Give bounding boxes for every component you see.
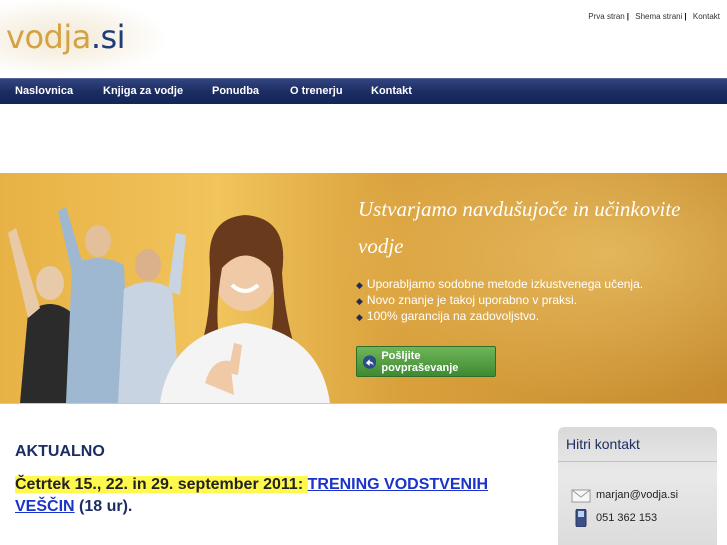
send-inquiry-button[interactable]: Pošljite povpraševanje	[356, 346, 496, 377]
top-links: Prva stran | Shema strani | Kontakt	[588, 12, 720, 21]
contact-phone-row[interactable]: 051 362 153	[571, 509, 657, 527]
nav-item-naslovnica[interactable]: Naslovnica	[15, 85, 73, 97]
diamond-icon: ◆	[356, 280, 363, 290]
divider	[0, 403, 727, 404]
divider	[558, 461, 717, 462]
bullet-item: ◆ Novo znanje je takoj uporabno v praksi.	[356, 293, 643, 309]
quick-contact-box: Hitri kontakt marjan@vodja.si 051 362 15…	[558, 427, 717, 545]
top-link-home[interactable]: Prva stran	[588, 12, 624, 21]
news-heading: AKTUALNO	[15, 443, 105, 460]
nav-item-knjiga[interactable]: Knjiga za vodje	[103, 85, 183, 97]
banner-title: Ustvarjamo navdušujoče in učinkovite vod…	[358, 197, 681, 258]
separator: |	[626, 12, 629, 21]
mobile-phone-icon	[575, 509, 587, 527]
diamond-icon: ◆	[356, 312, 363, 322]
hero-people-image	[8, 207, 330, 403]
contact-email-row[interactable]: marjan@vodja.si	[571, 486, 678, 504]
site-logo[interactable]: vodja.si	[6, 18, 126, 56]
logo-part-2: .si	[90, 18, 126, 56]
bullet-text: Uporabljamo sodobne metode izkustvenega …	[366, 277, 644, 291]
logo-part-1: vodja	[6, 18, 91, 56]
nav-item-kontakt[interactable]: Kontakt	[371, 85, 412, 97]
news-item: Četrtek 15., 22. in 29. september 2011: …	[15, 474, 505, 518]
contact-phone: 051 362 153	[596, 512, 658, 524]
quick-contact-title: Hitri kontakt	[566, 436, 640, 452]
envelope-icon	[571, 489, 591, 503]
bullet-item: ◆ 100% garancija na zadovoljstvo.	[356, 309, 643, 325]
contact-email: marjan@vodja.si	[596, 489, 679, 501]
send-inquiry-label: Pošljite povpraševanje	[381, 349, 459, 374]
nav-item-ponudba[interactable]: Ponudba	[212, 85, 259, 97]
banner-bullets: ◆ Uporabljamo sodobne metode izkustvenega…	[356, 277, 643, 325]
top-link-sitemap[interactable]: Shema strani	[635, 12, 682, 21]
diamond-icon: ◆	[356, 296, 363, 306]
main-nav: Naslovnica Knjiga za vodje Ponudba O tre…	[0, 78, 727, 104]
nav-item-o-trenerju[interactable]: O trenerju	[290, 85, 343, 97]
news-suffix: (18 ur).	[74, 498, 133, 515]
hero-banner: Ustvarjamo navdušujoče in učinkovite vod…	[0, 173, 727, 403]
reply-arrow-icon	[363, 354, 377, 369]
bullet-text: 100% garancija na zadovoljstvo.	[366, 309, 540, 323]
separator: |	[684, 12, 687, 21]
top-link-contact[interactable]: Kontakt	[693, 12, 720, 21]
bullet-text: Novo znanje je takoj uporabno v praksi.	[366, 293, 578, 307]
bullet-item: ◆ Uporabljamo sodobne metode izkustvenega…	[356, 277, 643, 293]
header: vodja.si Prva stran | Shema strani | Konta…	[0, 0, 727, 78]
news-date: Četrtek 15., 22. in 29. september 2011:	[15, 476, 308, 493]
